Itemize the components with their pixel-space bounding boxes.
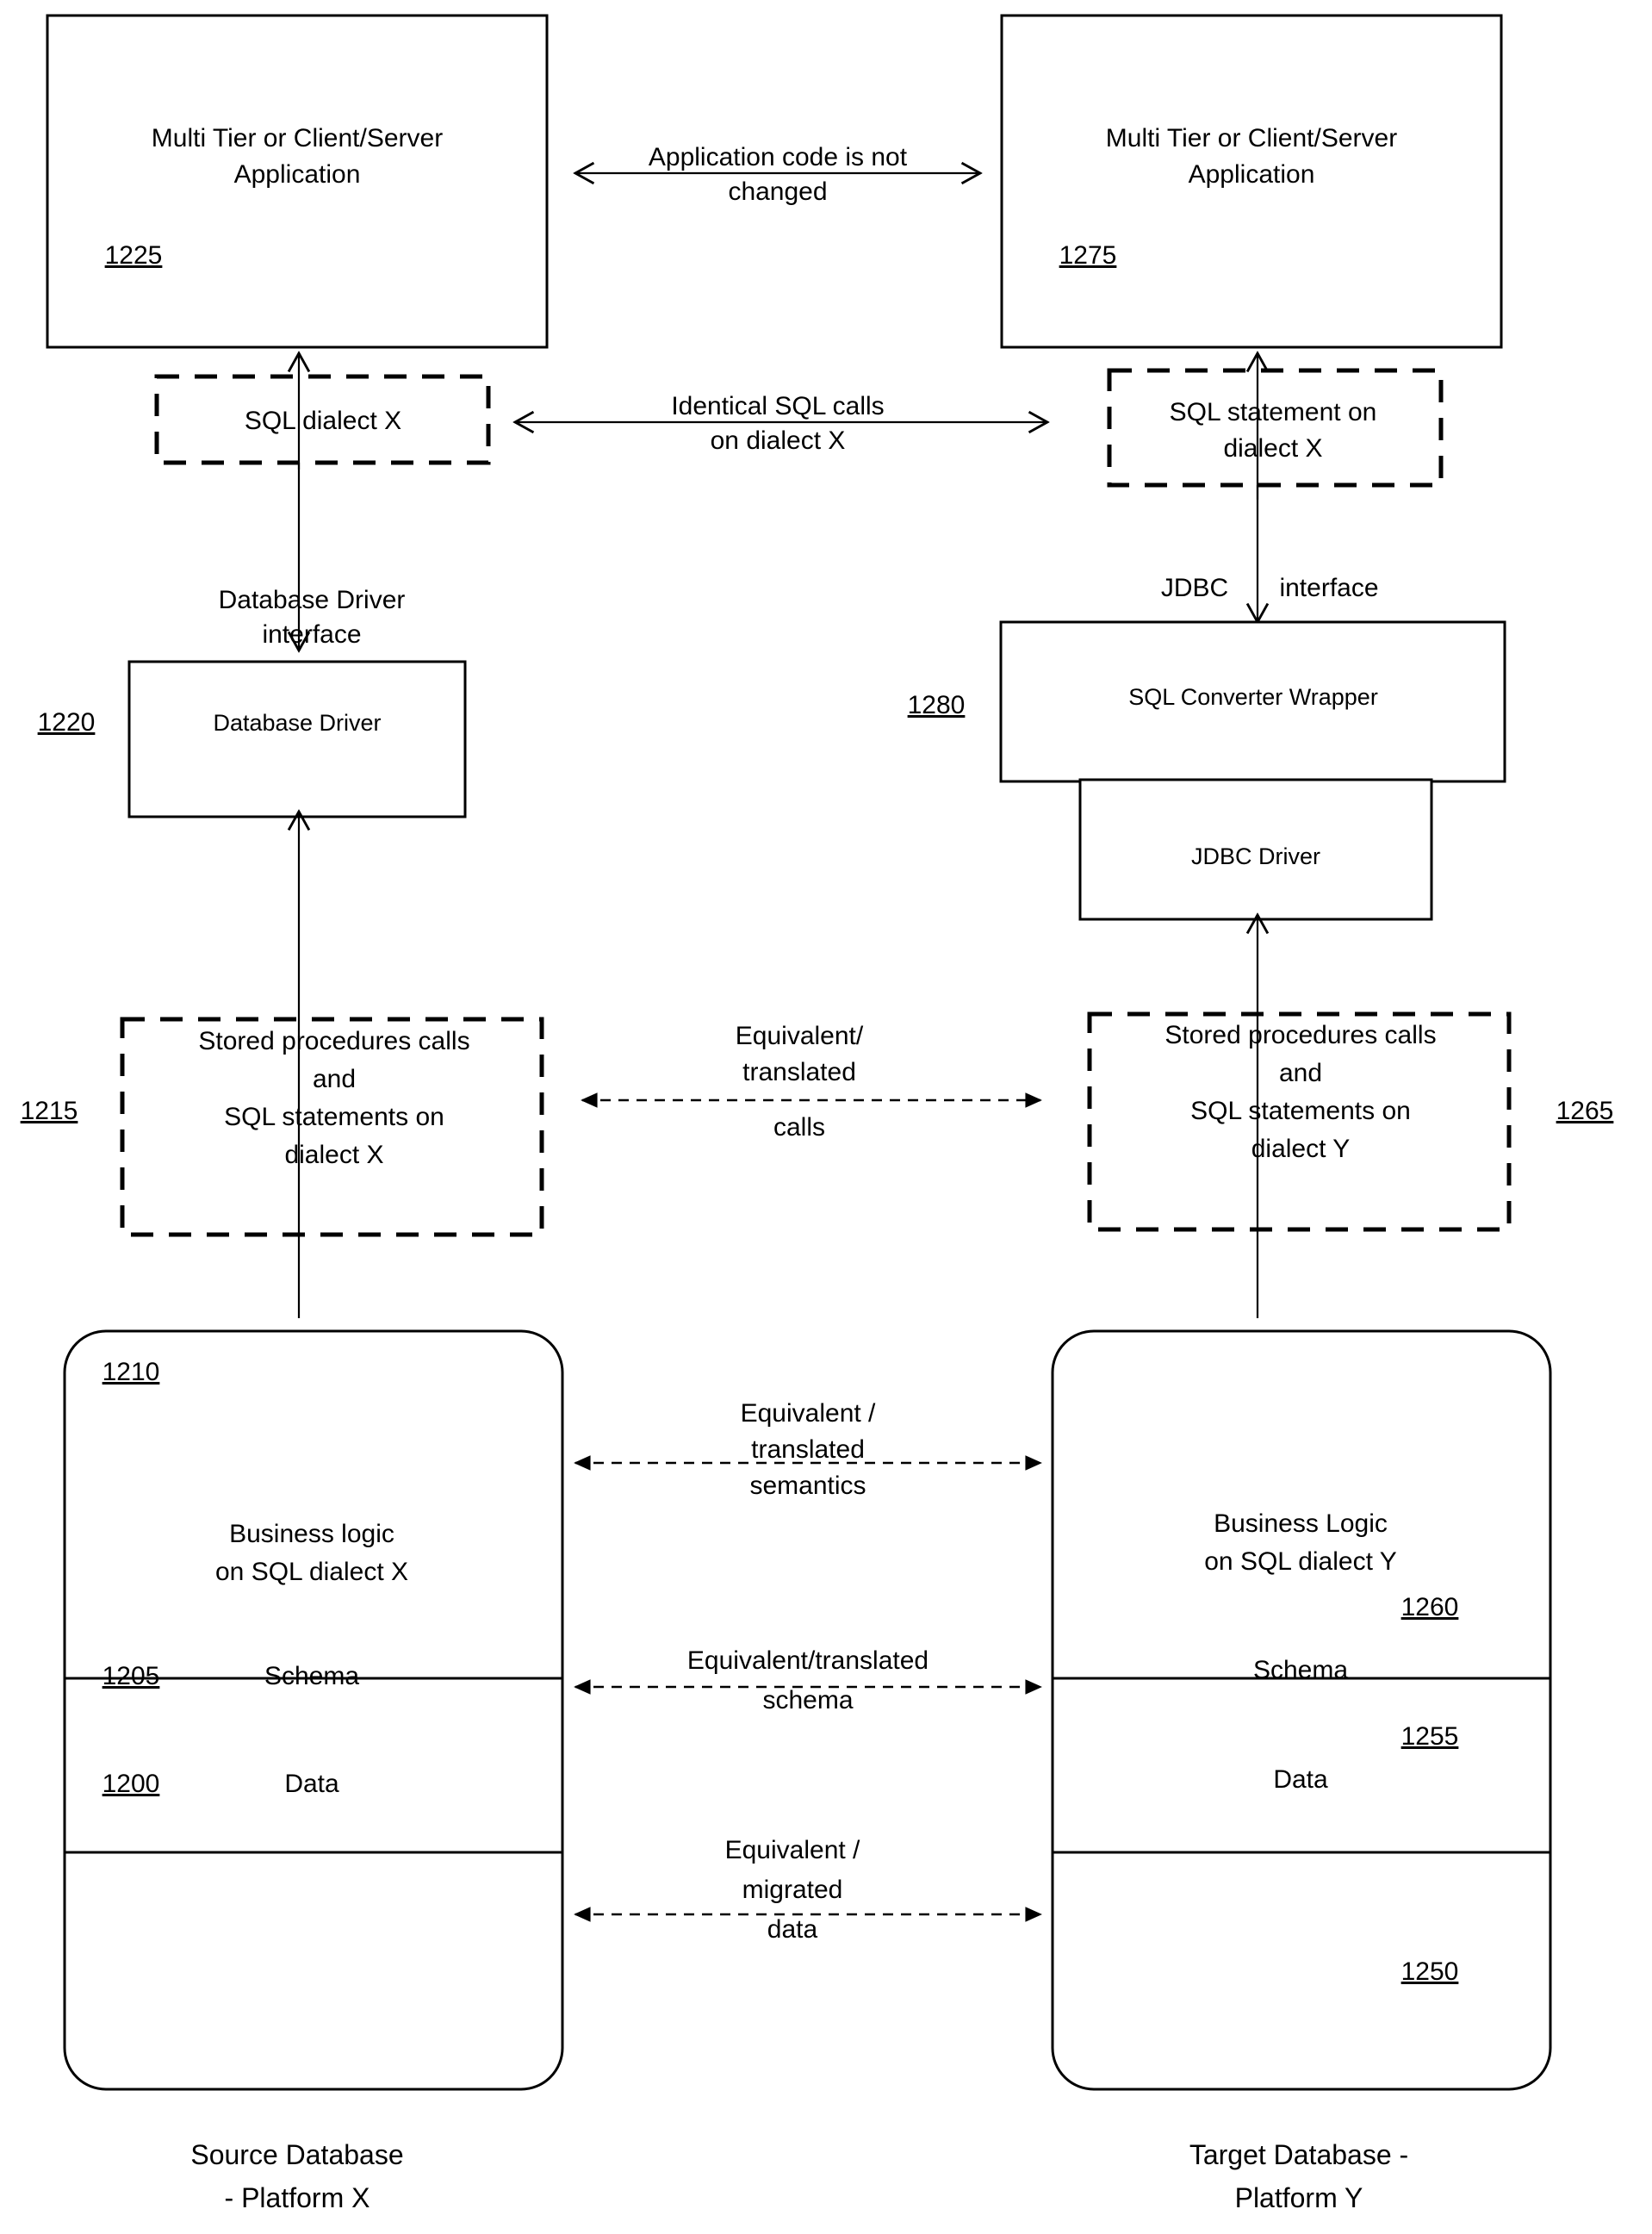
left-driver-interface-label-line2: interface bbox=[262, 620, 361, 649]
left-application-label-line1: Multi Tier or Client/Server bbox=[152, 124, 443, 152]
semantics-line3: semantics bbox=[749, 1472, 866, 1500]
figure-canvas: Multi Tier or Client/Server Application … bbox=[0, 0, 1652, 2234]
left-stored-procedures-line4: dialect X bbox=[284, 1141, 383, 1169]
sql-converter-wrapper-ref: 1280 bbox=[908, 691, 966, 719]
left-stored-procedures-line1: Stored procedures calls bbox=[198, 1027, 469, 1055]
right-jdbc-interface-label-right: interface bbox=[1279, 574, 1378, 602]
target-db-schema-ref: 1255 bbox=[1401, 1722, 1459, 1751]
left-database-driver-ref: 1220 bbox=[38, 708, 96, 737]
right-stored-procedures-line4: dialect Y bbox=[1251, 1135, 1351, 1163]
right-sql-statement-label-line2: dialect X bbox=[1223, 434, 1322, 463]
data-arrow-line1: Equivalent / bbox=[725, 1836, 860, 1864]
target-db-caption-line1: Target Database - bbox=[1189, 2139, 1408, 2170]
target-db-data-ref: 1250 bbox=[1401, 1957, 1459, 1986]
right-stored-procedures-line1: Stored procedures calls bbox=[1164, 1021, 1436, 1049]
translated-calls-line3: calls bbox=[773, 1113, 825, 1142]
left-application-label-line2: Application bbox=[234, 160, 361, 189]
source-db-caption-line2: - Platform X bbox=[225, 2182, 370, 2213]
left-driver-interface-label-line1: Database Driver bbox=[219, 586, 406, 614]
source-database-cylinder bbox=[63, 1329, 564, 2091]
jdbc-driver-label: JDBC Driver bbox=[1191, 843, 1320, 869]
right-stored-procedures-line3: SQL statements on bbox=[1190, 1097, 1411, 1125]
target-db-schema-label: Schema bbox=[1253, 1656, 1348, 1684]
source-db-schema-label: Schema bbox=[264, 1662, 359, 1690]
identical-sql-calls-label-line2: on dialect X bbox=[711, 426, 846, 455]
left-database-driver-label: Database Driver bbox=[213, 710, 381, 736]
data-arrow-line3: data bbox=[767, 1915, 818, 1944]
right-application-ref: 1275 bbox=[1059, 241, 1117, 270]
left-stored-procedures-ref: 1215 bbox=[21, 1097, 78, 1125]
source-db-data-label: Data bbox=[284, 1770, 339, 1798]
target-db-business-logic-line2: on SQL dialect Y bbox=[1204, 1547, 1396, 1576]
left-sql-dialect-label: SQL dialect X bbox=[245, 407, 401, 435]
right-stored-procedures-ref: 1265 bbox=[1556, 1097, 1614, 1125]
target-db-data-label: Data bbox=[1273, 1765, 1328, 1794]
translated-calls-line2: translated bbox=[742, 1058, 856, 1086]
schema-arrow-line2: schema bbox=[762, 1686, 853, 1714]
left-database-driver-box bbox=[127, 660, 467, 818]
target-database-cylinder bbox=[1051, 1329, 1552, 2091]
target-db-business-logic-line1: Business Logic bbox=[1214, 1509, 1388, 1538]
semantics-line2: translated bbox=[751, 1435, 865, 1464]
translated-calls-line1: Equivalent/ bbox=[736, 1022, 864, 1050]
target-db-business-logic-ref: 1260 bbox=[1401, 1593, 1459, 1621]
app-code-arrow-label-line2: changed bbox=[728, 177, 827, 206]
schema-arrow-line1: Equivalent/translated bbox=[687, 1646, 928, 1675]
right-sql-statement-label-line1: SQL statement on bbox=[1170, 398, 1377, 426]
semantics-line1: Equivalent / bbox=[741, 1399, 876, 1428]
right-application-label-line1: Multi Tier or Client/Server bbox=[1106, 124, 1397, 152]
source-db-business-logic-line1: Business logic bbox=[229, 1520, 394, 1548]
left-application-ref: 1225 bbox=[105, 241, 163, 270]
right-stored-procedures-line2: and bbox=[1279, 1059, 1322, 1087]
right-jdbc-interface-label-left: JDBC bbox=[1161, 574, 1228, 602]
left-stored-procedures-line2: and bbox=[313, 1065, 356, 1093]
source-db-data-ref: 1200 bbox=[102, 1770, 160, 1798]
source-db-business-logic-ref: 1210 bbox=[102, 1358, 160, 1386]
identical-sql-calls-label-line1: Identical SQL calls bbox=[671, 392, 884, 420]
data-arrow-line2: migrated bbox=[742, 1876, 843, 1904]
target-db-caption-line2: Platform Y bbox=[1235, 2182, 1363, 2213]
right-sql-statement-dashed-box bbox=[1107, 368, 1444, 488]
left-stored-procedures-line3: SQL statements on bbox=[224, 1103, 444, 1131]
source-db-business-logic-line2: on SQL dialect X bbox=[215, 1558, 408, 1586]
sql-converter-wrapper-label: SQL Converter Wrapper bbox=[1128, 684, 1378, 710]
source-db-schema-ref: 1205 bbox=[102, 1662, 160, 1690]
source-db-caption-line1: Source Database bbox=[190, 2139, 403, 2170]
app-code-arrow-label-line1: Application code is not bbox=[649, 143, 908, 171]
block-diagram: Multi Tier or Client/Server Application … bbox=[21, 14, 1614, 2213]
right-application-label-line2: Application bbox=[1189, 160, 1315, 189]
